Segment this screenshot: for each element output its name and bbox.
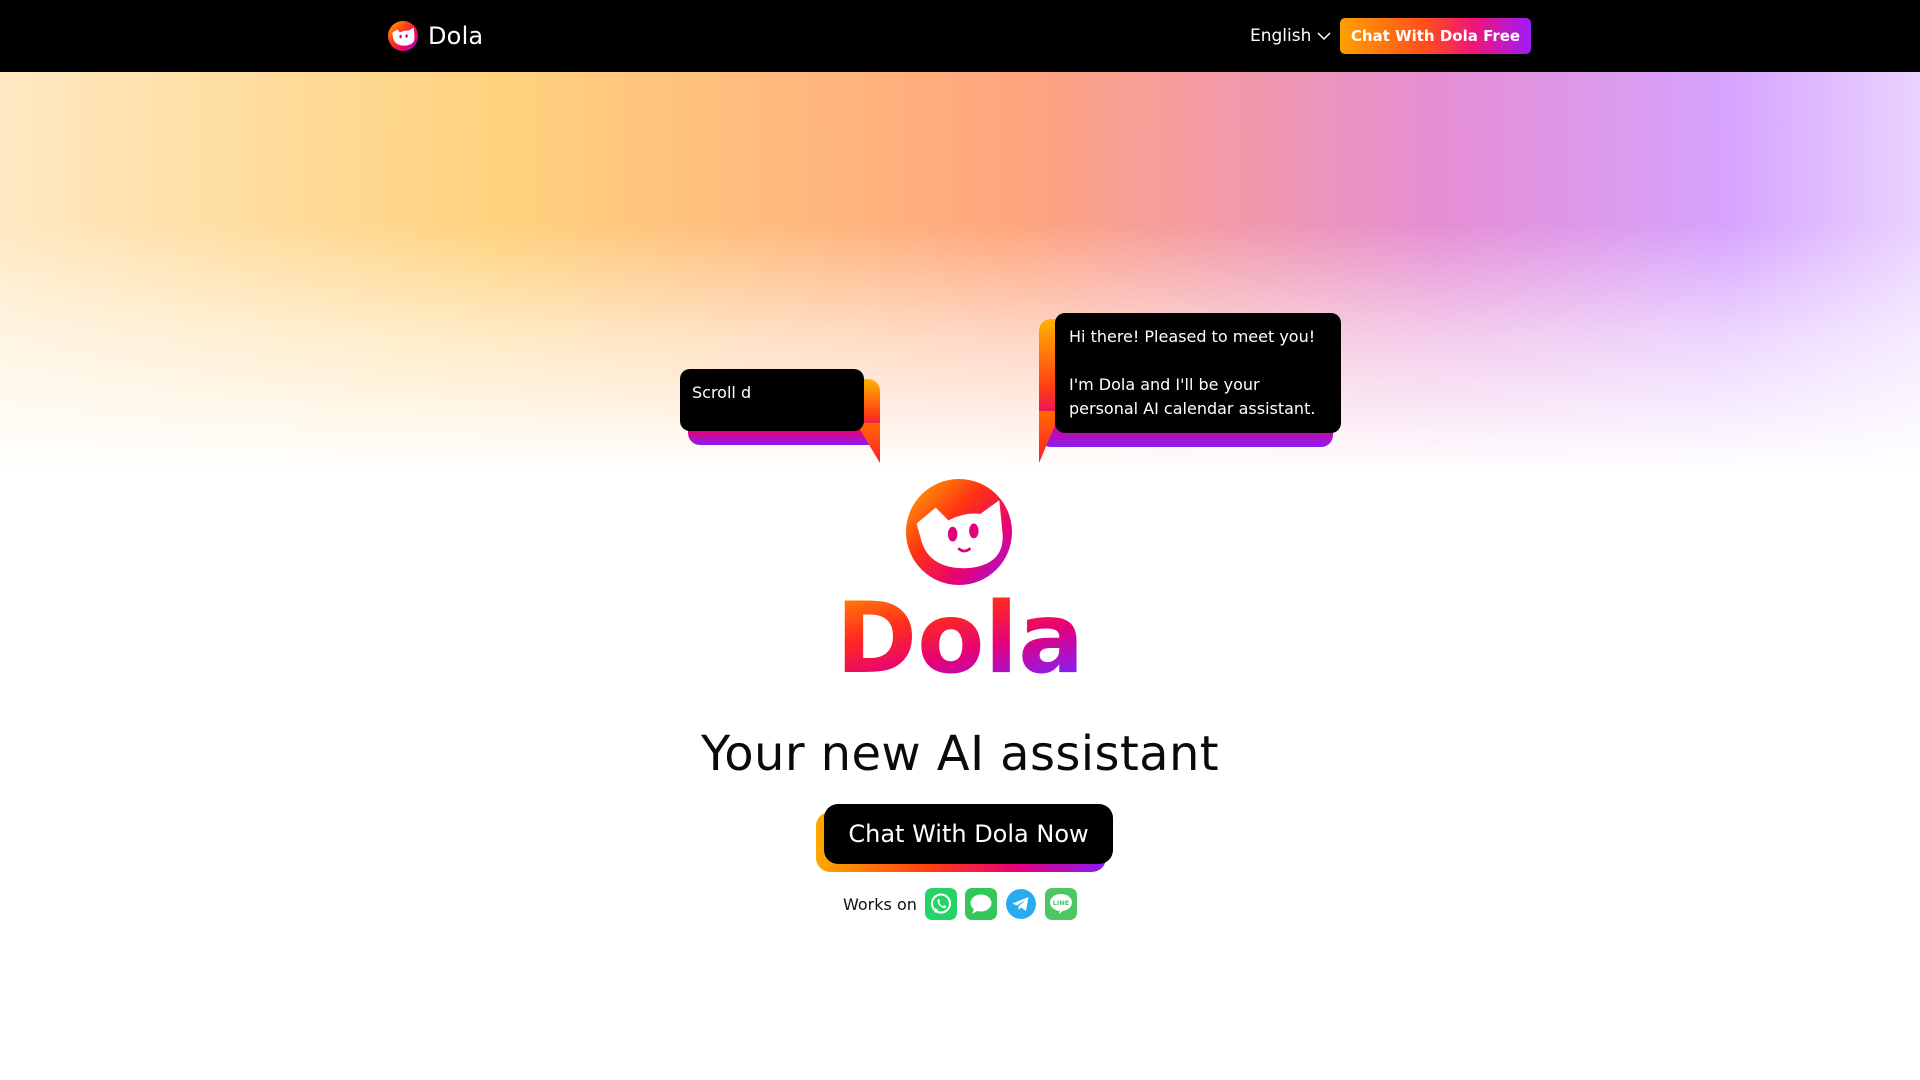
- bubble-text: Scroll d: [692, 383, 752, 402]
- speech-bubble-left: Scroll d: [680, 369, 880, 465]
- chat-now-cta[interactable]: Chat With Dola Now: [816, 804, 1113, 872]
- chat-free-button[interactable]: Chat With Dola Free: [1340, 18, 1531, 54]
- wordmark-text: Dola: [836, 592, 1084, 684]
- svg-text:LINE: LINE: [1053, 899, 1069, 907]
- chat-now-button[interactable]: Chat With Dola Now: [824, 804, 1113, 864]
- speech-bubble-right: Hi there! Pleased to meet you! I'm Dola …: [1039, 313, 1341, 465]
- hero-gradient-background: [0, 72, 1920, 472]
- bubble-greeting: Hi there! Pleased to meet you!: [1069, 327, 1316, 346]
- page: Dola English Chat With Dola Free Scroll …: [0, 0, 1920, 1080]
- works-on-row: Works on LINE: [843, 888, 1077, 920]
- bubble-intro-line: I'm Dola and I'll be your: [1069, 375, 1260, 394]
- dola-wordmark: Dola: [836, 592, 1084, 684]
- works-on-label: Works on: [843, 894, 917, 914]
- chevron-down-icon: [1317, 32, 1331, 41]
- top-nav: Dola English Chat With Dola Free: [0, 0, 1920, 72]
- brand-name: Dola: [428, 22, 484, 50]
- hero-headline: Your new AI assistant: [700, 726, 1220, 782]
- language-selector[interactable]: English: [1250, 24, 1331, 48]
- brand-link[interactable]: Dola: [388, 18, 483, 54]
- dola-logo-icon: [388, 21, 418, 51]
- telegram-icon[interactable]: [1005, 888, 1037, 920]
- line-icon[interactable]: LINE: [1044, 888, 1077, 920]
- language-label: English: [1250, 26, 1312, 46]
- imessage-icon[interactable]: [964, 888, 997, 920]
- dola-mascot-logo-icon: [906, 479, 1012, 585]
- whatsapp-icon[interactable]: [924, 888, 957, 920]
- bubble-intro-line: personal AI calendar assistant.: [1069, 399, 1316, 418]
